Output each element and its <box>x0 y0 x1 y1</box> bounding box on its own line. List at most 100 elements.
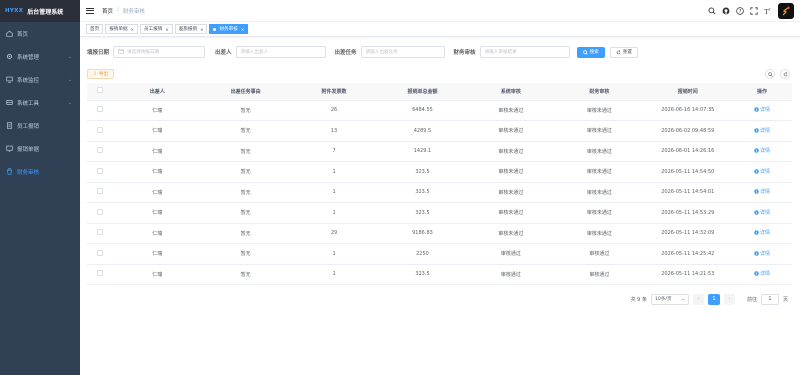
detail-link[interactable]: 详情 <box>754 106 770 113</box>
row-select-cell <box>87 223 113 244</box>
task-input[interactable]: 请输入出差任务 <box>360 46 445 58</box>
sidebar-item-5[interactable]: 报销单据 <box>0 137 80 160</box>
github-icon[interactable] <box>722 7 730 15</box>
tab-2[interactable]: 员工报销 × <box>139 24 173 34</box>
close-icon[interactable]: × <box>131 27 134 32</box>
toggle-search-icon[interactable] <box>765 69 775 79</box>
row-checkbox[interactable] <box>97 270 103 277</box>
table-row[interactable]: 仁瑞 暂无 7 1429.1 审核未通过 审核未通过 2026-06-01 14:26:16… <box>87 141 792 162</box>
detail-label: 详情 <box>759 168 770 175</box>
info-icon <box>754 148 759 153</box>
next-page-button[interactable]: › <box>723 293 735 305</box>
table-header: 出差人 出差任务事由 附件发票数 报销单总金额 系统审核 财务审核 报销时间 操作 <box>87 83 792 101</box>
detail-link[interactable]: 详情 <box>754 188 770 195</box>
sidebar-item-2[interactable]: 系统监控 ⌄ <box>0 68 80 91</box>
sidebar-item-4[interactable]: 员工报销 <box>0 114 80 137</box>
sidebar-item-6[interactable]: 财务审核 <box>0 160 80 183</box>
row-select-cell <box>87 264 113 285</box>
row-checkbox[interactable] <box>97 188 103 195</box>
hamburger-icon[interactable] <box>86 7 94 15</box>
detail-link[interactable]: 详情 <box>754 270 770 277</box>
avatar[interactable] <box>778 3 794 19</box>
table-cell: 9186.83 <box>378 223 467 244</box>
tools-icon <box>6 99 13 106</box>
detail-link[interactable]: 详情 <box>754 209 770 216</box>
table-row[interactable]: 仁瑞 暂无 29 9186.83 审核未通过 审核未通过 2026-05-11 14:32:… <box>87 223 792 244</box>
table-cell: 审核未通过 <box>466 100 556 121</box>
row-checkbox[interactable] <box>97 126 103 133</box>
table-row[interactable]: 仁瑞 暂无 1 2250 审核通过 审核通过 2026-05-11 14:25:42 详情 <box>87 243 792 265</box>
row-checkbox[interactable] <box>97 229 103 236</box>
close-icon[interactable]: × <box>241 27 244 32</box>
audit-table: 出差人 出差任务事由 附件发票数 报销单总金额 系统审核 财务审核 报销时间 操作 仁瑞 暂无 2… <box>87 83 792 285</box>
row-checkbox[interactable] <box>97 106 103 113</box>
table-cell: 暂无 <box>201 120 290 142</box>
app-title: 后台管理系统 <box>27 8 64 16</box>
table-cell: 1 <box>289 243 379 265</box>
export-button[interactable]: ⇩ 导出 <box>87 69 115 79</box>
table-cell: 2026-05-11 14:54:50 <box>643 161 732 183</box>
reset-button-label: 重置 <box>622 50 632 55</box>
sidebar-item-0[interactable]: 首页 <box>0 22 80 45</box>
page-size-select[interactable]: 10条/页 ⌄ <box>650 293 689 305</box>
detail-link[interactable]: 详情 <box>754 250 770 257</box>
table-cell: 审核通过 <box>466 264 556 285</box>
search-icon[interactable] <box>708 7 716 15</box>
tab-4[interactable]: 财务审核 × <box>209 24 249 34</box>
search-icon <box>582 49 588 55</box>
column-header: 出差人 <box>113 83 202 101</box>
fullscreen-icon[interactable] <box>750 7 758 15</box>
goto-page-input[interactable]: 1 <box>760 293 779 305</box>
person-input[interactable]: 请输入出差人 <box>235 46 326 58</box>
prev-page-button[interactable]: ‹ <box>692 293 704 305</box>
refresh-icon[interactable] <box>780 69 790 79</box>
date-picker[interactable]: 请选择填报日期 <box>113 46 206 58</box>
info-icon <box>754 128 759 133</box>
table-cell: 暂无 <box>201 264 290 285</box>
table-cell: 暂无 <box>201 100 290 121</box>
breadcrumb-home[interactable]: 首页 <box>102 7 113 15</box>
table-cell: 13 <box>289 120 379 142</box>
table-cell: 审核未通过 <box>555 223 644 244</box>
app-logo[interactable]: HYXX 后台管理系统 <box>0 0 80 22</box>
search-button[interactable]: 搜索 <box>576 46 605 58</box>
row-checkbox[interactable] <box>97 249 103 256</box>
detail-link[interactable]: 详情 <box>754 229 770 236</box>
action-cell: 详情 <box>732 100 792 121</box>
table-cell: 323.5 <box>378 202 467 224</box>
column-header: 操作 <box>732 83 792 101</box>
detail-link[interactable]: 详情 <box>754 168 770 175</box>
tab-1[interactable]: 报销单据 × <box>105 24 138 34</box>
sidebar-item-3[interactable]: 系统工具 ⌄ <box>0 91 80 114</box>
row-checkbox[interactable] <box>97 167 103 174</box>
audit-input[interactable]: 请输入审核结果 <box>479 46 570 58</box>
table-row[interactable]: 仁瑞 暂无 1 323.5 审核通过 审核通过 2026-05-11 14:21:53 详情 <box>87 264 792 285</box>
select-all-checkbox[interactable] <box>97 87 103 94</box>
export-button-label: 导出 <box>98 72 109 77</box>
refresh-icon <box>616 49 621 54</box>
font-size-icon[interactable]: TT <box>764 7 772 15</box>
task-label: 出差任务 <box>334 50 357 56</box>
table-cell: 323.5 <box>378 161 467 183</box>
table-cell: 1 <box>289 264 379 285</box>
table-cell: 仁瑞 <box>113 223 202 244</box>
page-number-current[interactable]: 1 <box>707 293 720 305</box>
reset-button[interactable]: 重置 <box>609 46 638 58</box>
help-icon[interactable]: ? <box>736 7 744 15</box>
sidebar-item-1[interactable]: 系统管理 ⌄ <box>0 45 80 68</box>
detail-link[interactable]: 详情 <box>754 127 770 134</box>
table-row[interactable]: 仁瑞 暂无 1 323.5 审核未通过 审核未通过 2026-05-11 14:54:01 详… <box>87 182 792 203</box>
table-row[interactable]: 仁瑞 暂无 1 323.5 审核未通过 审核未通过 2026-05-11 14:54:50 详… <box>87 161 792 183</box>
table-row[interactable]: 仁瑞 暂无 26 6484.55 审核未通过 审核未通过 2026-06-16 14:07:… <box>87 100 792 121</box>
sidebar-item-label: 财务审核 <box>17 169 40 176</box>
tab-3[interactable]: 差旅报销 × <box>174 24 208 34</box>
table-row[interactable]: 仁瑞 暂无 13 4289.5 审核未通过 审核未通过 2026-06-02 09:48:5… <box>87 120 792 142</box>
tab-0[interactable]: 首页 <box>86 24 104 34</box>
table-row[interactable]: 仁瑞 暂无 1 323.5 审核未通过 审核未通过 2026-05-11 14:53:29 详… <box>87 202 792 224</box>
detail-link[interactable]: 详情 <box>754 147 770 154</box>
search-form: 填报日期 请选择填报日期 出差人 请输入出差人 出差任务 请输入出差任务 财务审… <box>87 37 792 67</box>
row-checkbox[interactable] <box>97 147 103 154</box>
close-icon[interactable]: × <box>165 27 168 32</box>
row-checkbox[interactable] <box>97 208 103 215</box>
close-icon[interactable]: × <box>200 27 203 32</box>
